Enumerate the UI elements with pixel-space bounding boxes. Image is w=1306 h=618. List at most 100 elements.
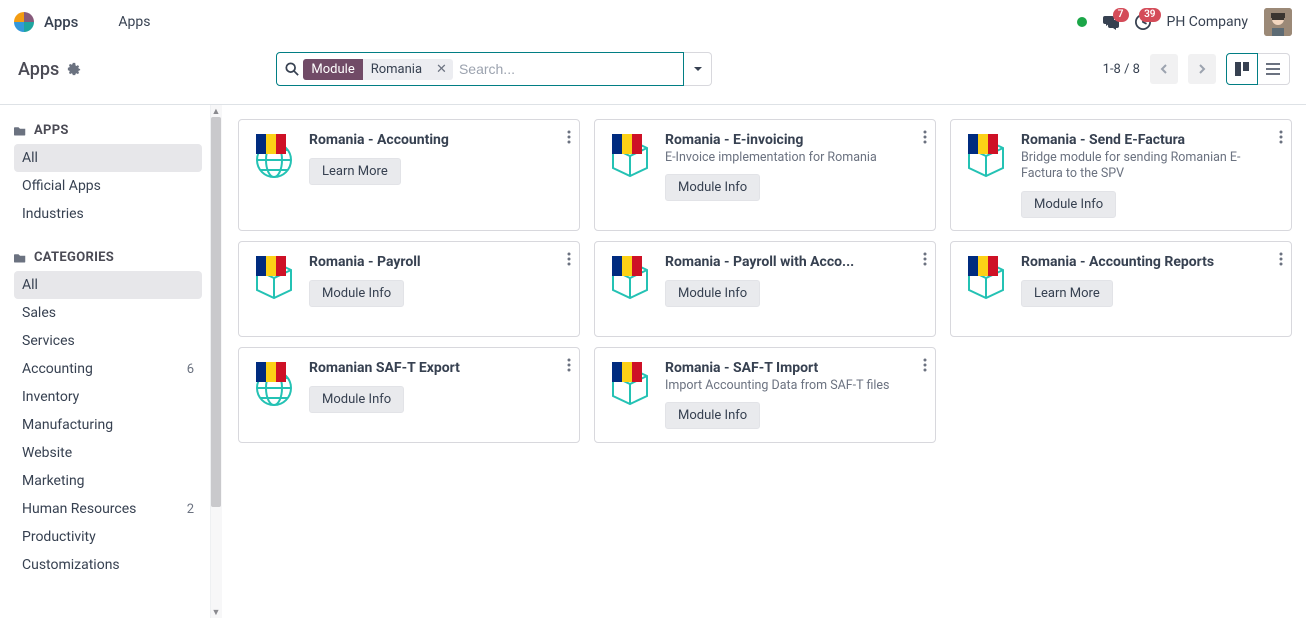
card-menu-button[interactable] xyxy=(1279,252,1283,270)
sidebar-section-categories: CATEGORIES xyxy=(14,250,202,265)
search-options-toggle[interactable] xyxy=(684,52,712,86)
pager-prev-button[interactable] xyxy=(1150,54,1178,84)
card-action-button[interactable]: Module Info xyxy=(309,386,404,413)
card-action-button[interactable]: Module Info xyxy=(309,280,404,307)
sidebar-cat-item-inventory[interactable]: Inventory xyxy=(14,383,202,411)
module-card[interactable]: Romania - AccountingLearn More xyxy=(238,119,580,231)
card-action-button[interactable]: Module Info xyxy=(665,174,760,201)
sidebar-item-label: All xyxy=(22,277,38,293)
list-icon xyxy=(1265,61,1281,77)
card-title: Romania - Payroll xyxy=(309,254,529,270)
kanban-icon xyxy=(1234,61,1250,77)
sidebar-item-label: Official Apps xyxy=(22,178,101,194)
card-menu-button[interactable] xyxy=(923,358,927,376)
sidebar-cat-item-all[interactable]: All xyxy=(14,271,202,299)
sidebar-scrollbar[interactable]: ▲ ▼ xyxy=(210,105,222,618)
module-cube-icon xyxy=(607,254,653,300)
kebab-icon xyxy=(923,252,927,266)
module-card[interactable]: Romania - SAF-T ImportImport Accounting … xyxy=(594,347,936,443)
module-cube-icon xyxy=(963,132,1009,178)
module-card[interactable]: Romania - Send E-FacturaBridge module fo… xyxy=(950,119,1292,231)
sidebar-item-count: 2 xyxy=(187,502,194,517)
sidebar-item-label: Services xyxy=(22,333,75,349)
scroll-up-icon[interactable]: ▲ xyxy=(210,105,222,117)
sidebar-cat-item-website[interactable]: Website xyxy=(14,439,202,467)
sidebar-cat-item-customizations[interactable]: Customizations xyxy=(14,551,202,579)
sidebar-item-label: Productivity xyxy=(22,529,96,545)
kanban-grid: Romania - AccountingLearn MoreRomania - … xyxy=(222,105,1306,618)
sidebar-cat-item-productivity[interactable]: Productivity xyxy=(14,523,202,551)
gear-icon[interactable] xyxy=(67,62,81,76)
sidebar-cat-item-human-resources[interactable]: Human Resources2 xyxy=(14,495,202,523)
sidebar-item-label: Website xyxy=(22,445,72,461)
card-title: Romania - Accounting Reports xyxy=(1021,254,1241,270)
sidebar-cat-item-accounting[interactable]: Accounting6 xyxy=(14,355,202,383)
search-box[interactable]: Module Romania ✕ xyxy=(276,52,684,86)
card-menu-button[interactable] xyxy=(567,252,571,270)
module-card[interactable]: Romania - Payroll with Acco...Module Inf… xyxy=(594,241,936,337)
navbar-brand[interactable]: Apps xyxy=(44,13,78,31)
facet-value: Romania xyxy=(363,59,430,80)
sidebar-cat-item-services[interactable]: Services xyxy=(14,327,202,355)
scroll-down-icon[interactable]: ▼ xyxy=(210,606,222,618)
search-icon xyxy=(285,62,299,76)
kebab-icon xyxy=(923,130,927,144)
sidebar-apps-item-official-apps[interactable]: Official Apps xyxy=(14,172,202,200)
module-card[interactable]: Romanian SAF-T ExportModule Info xyxy=(238,347,580,443)
user-avatar[interactable] xyxy=(1264,8,1292,36)
card-action-button[interactable]: Module Info xyxy=(665,280,760,307)
module-card[interactable]: Romania - Accounting Reports Learn More xyxy=(950,241,1292,337)
presence-indicator-icon xyxy=(1077,17,1087,27)
app-logo-icon[interactable] xyxy=(14,12,34,32)
sidebar-item-label: Manufacturing xyxy=(22,417,113,433)
card-description: Import Accounting Data from SAF-T files xyxy=(665,378,923,394)
module-globe-icon xyxy=(251,132,297,178)
sidebar-apps-item-industries[interactable]: Industries xyxy=(14,200,202,228)
sidebar-cat-item-marketing[interactable]: Marketing xyxy=(14,467,202,495)
avatar-icon xyxy=(1264,8,1292,36)
company-switcher[interactable]: PH Company xyxy=(1167,14,1249,30)
card-menu-button[interactable] xyxy=(923,252,927,270)
pager-text[interactable]: 1-8 / 8 xyxy=(1103,62,1140,77)
module-cube-icon xyxy=(607,360,653,406)
kebab-icon xyxy=(923,358,927,372)
card-action-button[interactable]: Learn More xyxy=(1021,280,1113,307)
module-card[interactable]: Romania - Payroll Module Info xyxy=(238,241,580,337)
sidebar-cat-item-manufacturing[interactable]: Manufacturing xyxy=(14,411,202,439)
sidebar-item-label: Sales xyxy=(22,305,56,321)
search-input[interactable] xyxy=(459,61,683,77)
card-action-button[interactable]: Learn More xyxy=(309,158,401,185)
module-cube-icon xyxy=(251,254,297,300)
breadcrumb: Apps xyxy=(18,59,81,80)
card-menu-button[interactable] xyxy=(567,130,571,148)
sidebar-item-label: All xyxy=(22,150,38,166)
navbar-menu-apps[interactable]: Apps xyxy=(118,14,150,30)
facet-key: Module xyxy=(303,59,362,80)
sidebar-apps-item-all[interactable]: All xyxy=(14,144,202,172)
module-cube-icon xyxy=(607,132,653,178)
sidebar-section-apps: APPS xyxy=(14,123,202,138)
scrollbar-thumb[interactable] xyxy=(211,117,221,507)
card-description: E-Invoice implementation for Romania xyxy=(665,150,923,166)
card-menu-button[interactable] xyxy=(923,130,927,148)
card-menu-button[interactable] xyxy=(567,358,571,376)
view-list-button[interactable] xyxy=(1258,53,1290,85)
card-title: Romania - Send E-Factura xyxy=(1021,132,1241,148)
pager-next-button[interactable] xyxy=(1188,54,1216,84)
kebab-icon xyxy=(1279,130,1283,144)
sidebar-item-label: Industries xyxy=(22,206,84,222)
control-panel: Apps Module Romania ✕ 1-8 / 8 xyxy=(0,44,1306,105)
view-kanban-button[interactable] xyxy=(1226,53,1258,85)
card-action-button[interactable]: Module Info xyxy=(665,402,760,429)
messages-badge: 7 xyxy=(1113,8,1129,22)
top-navbar: Apps Apps 7 39 PH Company xyxy=(0,0,1306,44)
caret-down-icon xyxy=(693,64,703,74)
card-action-button[interactable]: Module Info xyxy=(1021,191,1116,218)
kebab-icon xyxy=(567,252,571,266)
messages-button[interactable]: 7 xyxy=(1103,14,1119,30)
card-menu-button[interactable] xyxy=(1279,130,1283,148)
activities-button[interactable]: 39 xyxy=(1135,14,1151,30)
sidebar-cat-item-sales[interactable]: Sales xyxy=(14,299,202,327)
facet-remove-icon[interactable]: ✕ xyxy=(430,62,453,77)
module-card[interactable]: Romania - E-invoicingE-Invoice implement… xyxy=(594,119,936,231)
